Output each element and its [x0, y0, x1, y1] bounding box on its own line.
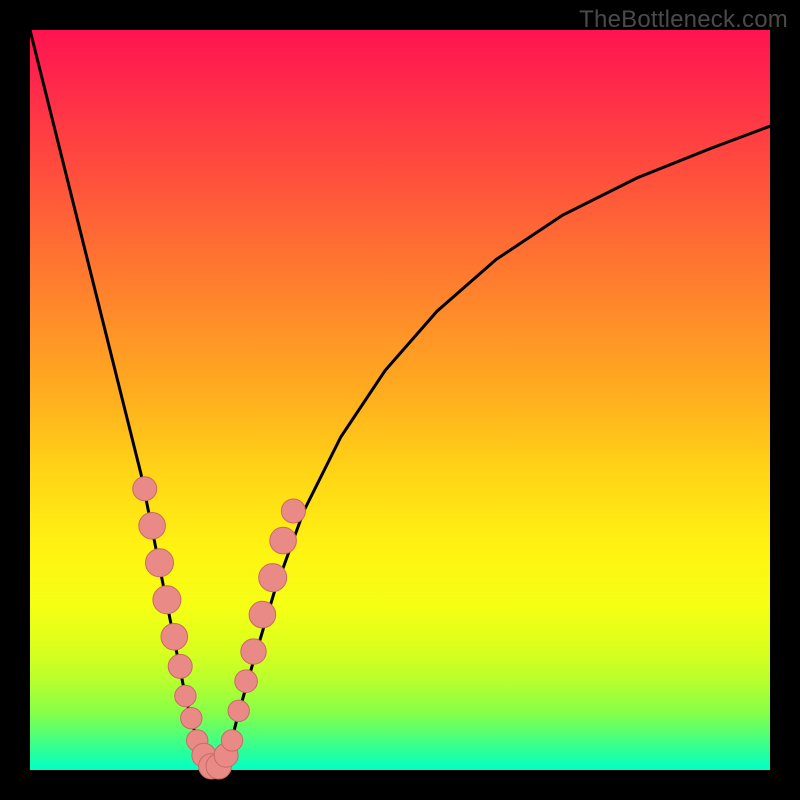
highlight-bead	[249, 601, 276, 628]
highlight-bead	[221, 730, 242, 751]
highlight-bead	[270, 527, 297, 554]
highlight-bead	[281, 499, 305, 523]
highlight-bead	[228, 700, 249, 721]
bottleneck-curve-line	[30, 30, 770, 770]
highlight-bead	[133, 477, 157, 501]
highlight-bead	[259, 564, 287, 592]
chart-svg	[30, 30, 770, 770]
highlight-bead	[168, 654, 192, 678]
highlight-bead	[161, 624, 188, 651]
watermark-text: TheBottleneck.com	[579, 6, 788, 34]
highlight-bead	[146, 549, 174, 577]
highlight-bead	[241, 639, 266, 664]
highlight-bead	[181, 708, 202, 729]
highlight-beads-group	[133, 477, 306, 779]
chart-frame	[30, 30, 770, 770]
highlight-bead	[235, 670, 258, 693]
highlight-bead	[153, 586, 181, 614]
highlight-bead	[175, 685, 196, 706]
highlight-bead	[139, 513, 166, 540]
